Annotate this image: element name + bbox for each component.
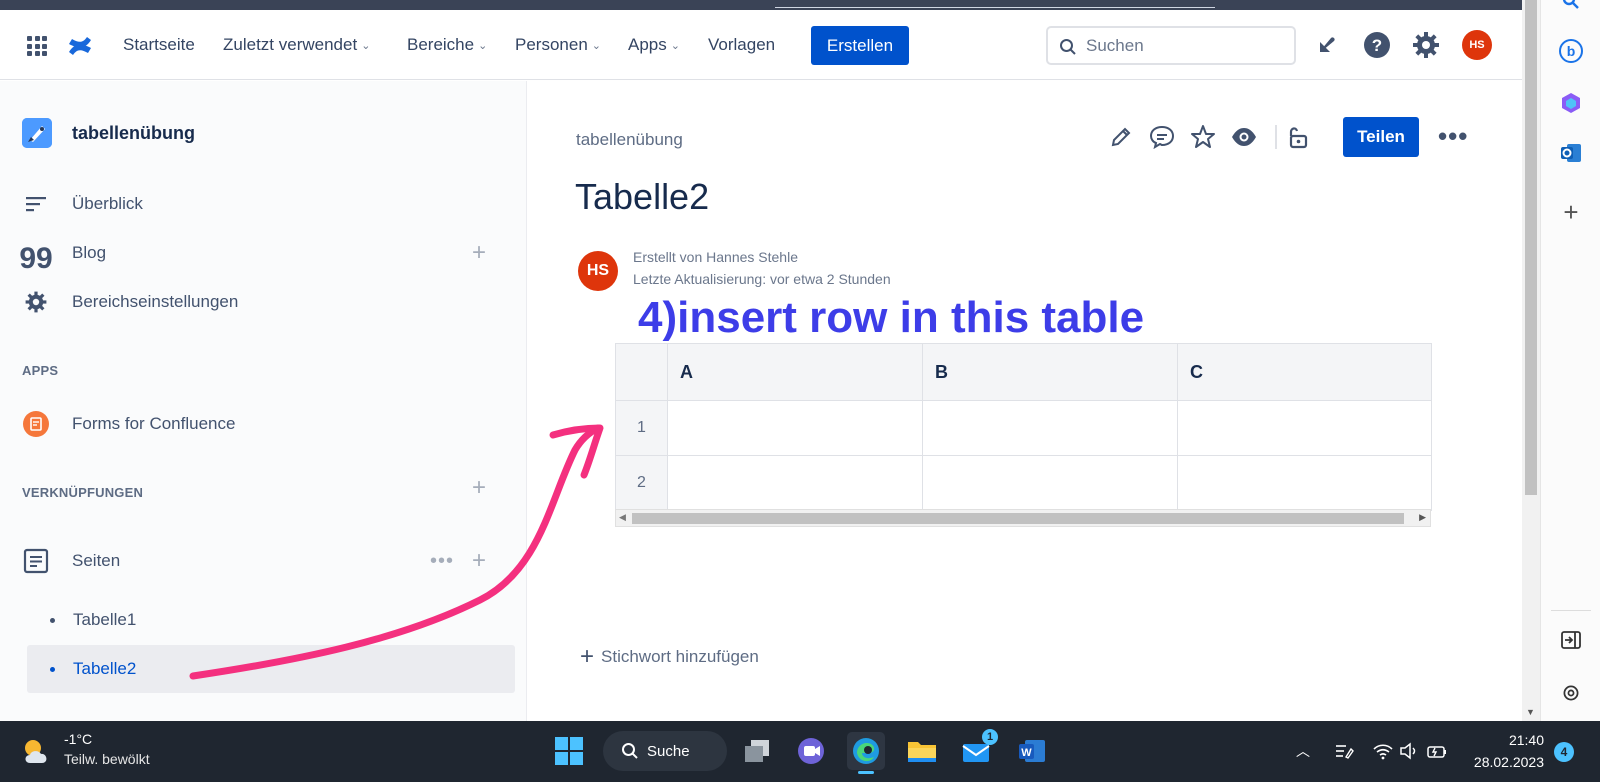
scrollbar-thumb[interactable] — [1525, 0, 1537, 495]
outlook-icon[interactable] — [1558, 140, 1584, 166]
page-vertical-scrollbar[interactable]: ▼ — [1522, 0, 1540, 721]
edge-browser-icon[interactable] — [847, 732, 885, 774]
svg-text:b: b — [1567, 43, 1576, 59]
weather-icon[interactable] — [20, 735, 54, 774]
svg-text:W: W — [1021, 747, 1032, 759]
add-icon[interactable]: + — [1558, 197, 1584, 227]
active-indicator — [858, 771, 874, 774]
wifi-icon[interactable] — [1372, 740, 1394, 762]
copilot-icon[interactable] — [1558, 90, 1584, 116]
browser-side-bar: b + — [1540, 0, 1600, 721]
pen-menu-icon[interactable] — [1333, 740, 1355, 762]
weather-description[interactable]: Teilw. bewölkt — [64, 751, 150, 767]
battery-icon[interactable] — [1426, 740, 1448, 762]
windows-taskbar: -1°C Teilw. bewölkt Suche 1 W ︿ 21:40 28… — [0, 721, 1600, 782]
notification-badge[interactable]: 4 — [1554, 742, 1574, 762]
task-view-icon[interactable] — [738, 732, 776, 770]
settings-icon[interactable] — [1558, 680, 1584, 706]
volume-icon[interactable] — [1398, 740, 1420, 762]
edge-separator — [1551, 610, 1591, 611]
weather-temperature[interactable]: -1°C — [64, 731, 92, 747]
scroll-down-icon[interactable]: ▼ — [1526, 707, 1535, 717]
mail-badge: 1 — [982, 729, 998, 745]
mail-icon[interactable]: 1 — [958, 729, 998, 770]
file-explorer-icon[interactable] — [903, 732, 941, 770]
search-icon — [622, 743, 638, 759]
split-screen-icon[interactable] — [1558, 627, 1584, 653]
word-icon[interactable]: W — [1013, 732, 1051, 770]
clock-time[interactable]: 21:40 — [1488, 732, 1544, 748]
taskbar-search[interactable]: Suche — [603, 731, 727, 771]
bing-icon[interactable]: b — [1558, 38, 1584, 64]
search-icon[interactable] — [1558, 0, 1584, 16]
teams-chat-icon[interactable] — [792, 732, 830, 770]
start-icon[interactable] — [550, 732, 588, 770]
show-hidden-icons[interactable]: ︿ — [1292, 740, 1314, 762]
clock-date[interactable]: 28.02.2023 — [1470, 754, 1544, 770]
annotation-arrow — [189, 424, 604, 680]
